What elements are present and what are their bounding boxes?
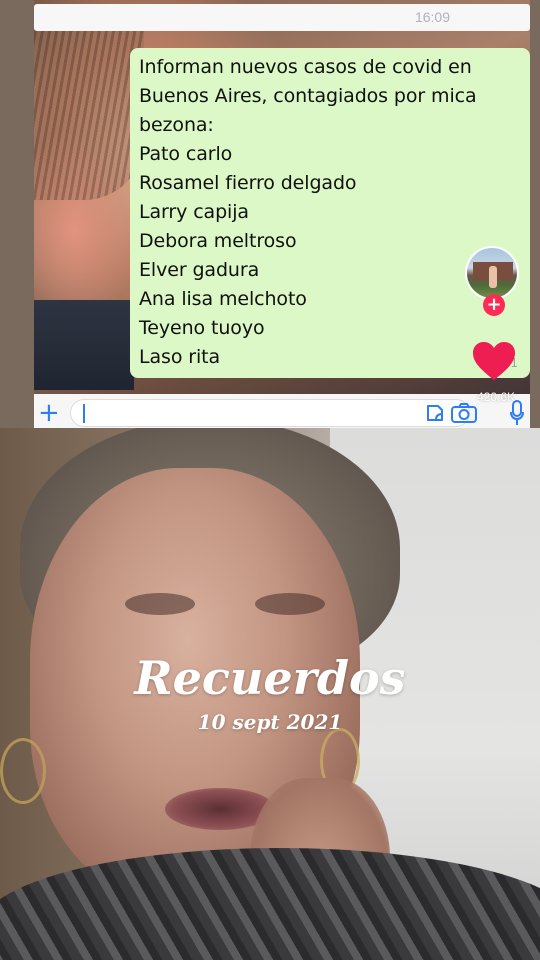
left-eye [125, 593, 195, 615]
message-line: Larry capija [139, 201, 249, 223]
creator-avatar[interactable] [465, 246, 519, 300]
message-line: Teyeno tuoyo [139, 317, 265, 339]
right-eye [255, 593, 325, 615]
message-line: Pato carlo [139, 143, 233, 165]
message-line: Buenos Aires, contagiados por mica [139, 85, 477, 107]
memories-title: Recuerdos [134, 651, 406, 705]
background-hair [34, 30, 144, 200]
message-line: Laso rita [139, 346, 221, 368]
left-earring [0, 738, 46, 804]
message-line: Rosamel fierro delgado [139, 172, 357, 194]
like-count: 420,6K [476, 390, 516, 404]
message-line: bezona: [139, 114, 214, 136]
follow-button[interactable]: + [483, 294, 505, 316]
message-line: Elver gadura [139, 259, 260, 281]
heart-icon[interactable] [471, 340, 517, 382]
chat-input-bar: + [34, 394, 530, 428]
status-bar: 16:09 [34, 4, 530, 31]
message-line: Ana lisa melchoto [139, 288, 307, 310]
status-time: 16:09 [414, 9, 450, 25]
sticker-icon [427, 405, 443, 421]
background-shadow [34, 300, 134, 390]
message-line: Informan nuevos casos de covid en [139, 56, 472, 78]
message-line: Debora meltroso [139, 230, 297, 252]
camera-icon [451, 403, 477, 423]
message-input [70, 399, 470, 427]
text-cursor [83, 404, 85, 423]
message-bubble: Informan nuevos casos de covid en Buenos… [130, 48, 530, 378]
avatar-person [489, 266, 497, 288]
sweater [0, 848, 540, 960]
chat-screenshot: 16:09 Informan nuevos casos de covid en … [34, 0, 530, 428]
memories-date: 10 sept 2021 [197, 710, 343, 734]
plus-icon: + [38, 398, 60, 428]
